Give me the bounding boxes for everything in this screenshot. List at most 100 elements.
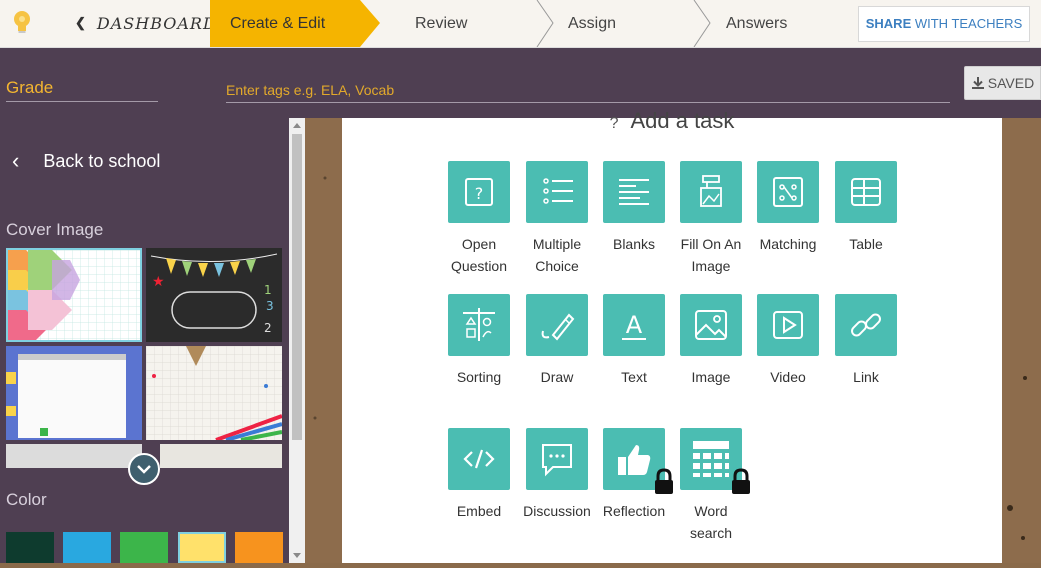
sorting-icon — [463, 308, 495, 341]
chevron-down-icon — [137, 465, 151, 474]
task-tile[interactable] — [680, 428, 750, 494]
task-label: Discussion — [523, 503, 591, 519]
task-video[interactable]: Video — [748, 294, 828, 388]
task-table[interactable]: Table — [826, 161, 906, 255]
task-label: Reflection — [602, 503, 666, 519]
task-label: Video — [770, 369, 806, 385]
color-swatch-orange[interactable] — [235, 532, 283, 563]
step-review[interactable]: Review — [415, 0, 467, 47]
task-multiple-choice[interactable]: Multiple Choice — [517, 161, 597, 277]
scrollbar-thumb[interactable] — [292, 134, 302, 440]
thumbs-up-icon — [618, 445, 651, 475]
blanks-icon — [619, 179, 649, 205]
cover-thumbnail-pencils[interactable] — [146, 346, 282, 440]
task-tile[interactable] — [835, 161, 897, 223]
task-tile[interactable] — [757, 294, 819, 356]
notepad-icon — [6, 354, 126, 438]
scroll-up-arrow-icon[interactable] — [289, 120, 305, 130]
cover-thumbnail-notepad[interactable] — [6, 346, 142, 440]
share-label: SHARE — [865, 16, 912, 31]
task-word-search[interactable]: Word search — [671, 428, 751, 544]
lock-icon — [732, 468, 750, 494]
task-embed[interactable]: Embed — [439, 428, 519, 522]
draw-icon — [541, 313, 575, 341]
multiple-choice-icon — [543, 178, 573, 204]
add-task-title: Add a task — [630, 108, 735, 133]
color-swatch-dark-green[interactable] — [6, 532, 54, 563]
share-with-teachers-button[interactable]: SHARE WITH TEACHERS — [858, 6, 1030, 42]
cover-thumbnail-chalkboard[interactable]: 1 3 2 ★ — [146, 248, 282, 342]
pencils-grid-icon — [146, 346, 282, 440]
task-tile[interactable] — [680, 161, 742, 223]
task-reflection[interactable]: Reflection — [594, 428, 674, 522]
back-to-school-link[interactable]: ‹ Back to school — [12, 148, 160, 174]
svg-text:2: 2 — [264, 321, 272, 335]
task-label: Open Question — [450, 236, 508, 274]
scroll-down-arrow-icon[interactable] — [289, 551, 305, 561]
step-answers[interactable]: Answers — [726, 0, 787, 47]
task-sorting[interactable]: Sorting — [439, 294, 519, 388]
task-label: Text — [621, 369, 647, 385]
discussion-icon — [542, 444, 572, 477]
text-icon: A — [622, 311, 646, 340]
task-tile[interactable] — [448, 294, 510, 356]
lightbulb-logo-icon[interactable] — [12, 10, 32, 36]
saved-label: SAVED — [987, 75, 1035, 91]
saved-button[interactable]: SAVED — [964, 66, 1041, 100]
task-label: Embed — [456, 503, 502, 519]
task-tile[interactable] — [680, 294, 742, 356]
download-icon — [971, 77, 984, 89]
task-tile[interactable] — [603, 428, 673, 494]
svg-text:3: 3 — [266, 299, 274, 313]
task-tile[interactable] — [757, 161, 819, 223]
cover-thumbnail-partial[interactable] — [160, 444, 282, 468]
task-link[interactable]: Link — [826, 294, 906, 388]
color-swatch-green[interactable] — [120, 532, 168, 563]
grade-input[interactable] — [6, 75, 158, 102]
task-tile[interactable] — [603, 161, 665, 223]
task-text[interactable]: A Text — [594, 294, 674, 388]
task-label: Link — [853, 369, 879, 385]
scroll-down-button[interactable] — [128, 453, 160, 485]
task-tile[interactable]: ? — [448, 161, 510, 223]
link-icon — [851, 313, 881, 337]
share-label-rest: WITH TEACHERS — [911, 16, 1023, 31]
task-tile[interactable] — [526, 294, 588, 356]
svg-text:1: 1 — [264, 283, 272, 297]
task-draw[interactable]: Draw — [517, 294, 597, 388]
step-assign[interactable]: Assign — [568, 0, 616, 47]
embed-icon — [463, 449, 495, 469]
svg-text:?: ? — [475, 184, 484, 203]
top-navigation: ❮ DASHBOARD Create & Edit Review Assign … — [0, 0, 1041, 48]
tags-input[interactable] — [226, 78, 950, 103]
task-label: Word search — [689, 503, 733, 541]
task-tile[interactable] — [526, 161, 588, 223]
dashboard-link[interactable]: ❮ DASHBOARD — [75, 12, 217, 36]
task-open-question[interactable]: ? Open Question — [439, 161, 519, 277]
cover-image-title: Cover Image — [6, 220, 104, 239]
color-swatch-blue[interactable] — [63, 532, 111, 563]
step-separator-icon — [536, 0, 554, 47]
task-tile[interactable]: A — [603, 294, 665, 356]
task-fill-on-image[interactable]: Fill On An Image — [671, 161, 751, 277]
task-tile[interactable] — [448, 428, 510, 490]
task-label: Multiple Choice — [532, 236, 582, 274]
task-panel: ? Add a task ? Open Question Multiple Choic… — [342, 108, 1002, 563]
word-search-grid-icon — [693, 441, 729, 477]
dashboard-label: DASHBOARD — [96, 14, 217, 33]
color-swatch-yellow[interactable] — [178, 532, 226, 563]
task-label: Image — [691, 369, 731, 385]
task-tile[interactable] — [526, 428, 588, 490]
step-create-edit[interactable]: Create & Edit — [210, 0, 380, 47]
cover-thumbnail-partial[interactable] — [6, 444, 142, 468]
image-icon — [695, 310, 727, 340]
task-blanks[interactable]: Blanks — [594, 161, 674, 255]
matching-icon — [773, 177, 803, 207]
task-image[interactable]: Image — [671, 294, 751, 388]
task-discussion[interactable]: Discussion — [517, 428, 597, 522]
cover-thumbnail-stripes[interactable] — [6, 248, 142, 342]
task-matching[interactable]: Matching — [748, 161, 828, 255]
sidebar-scrollbar[interactable] — [289, 118, 305, 563]
fill-on-image-icon — [700, 175, 722, 207]
task-tile[interactable] — [835, 294, 897, 356]
